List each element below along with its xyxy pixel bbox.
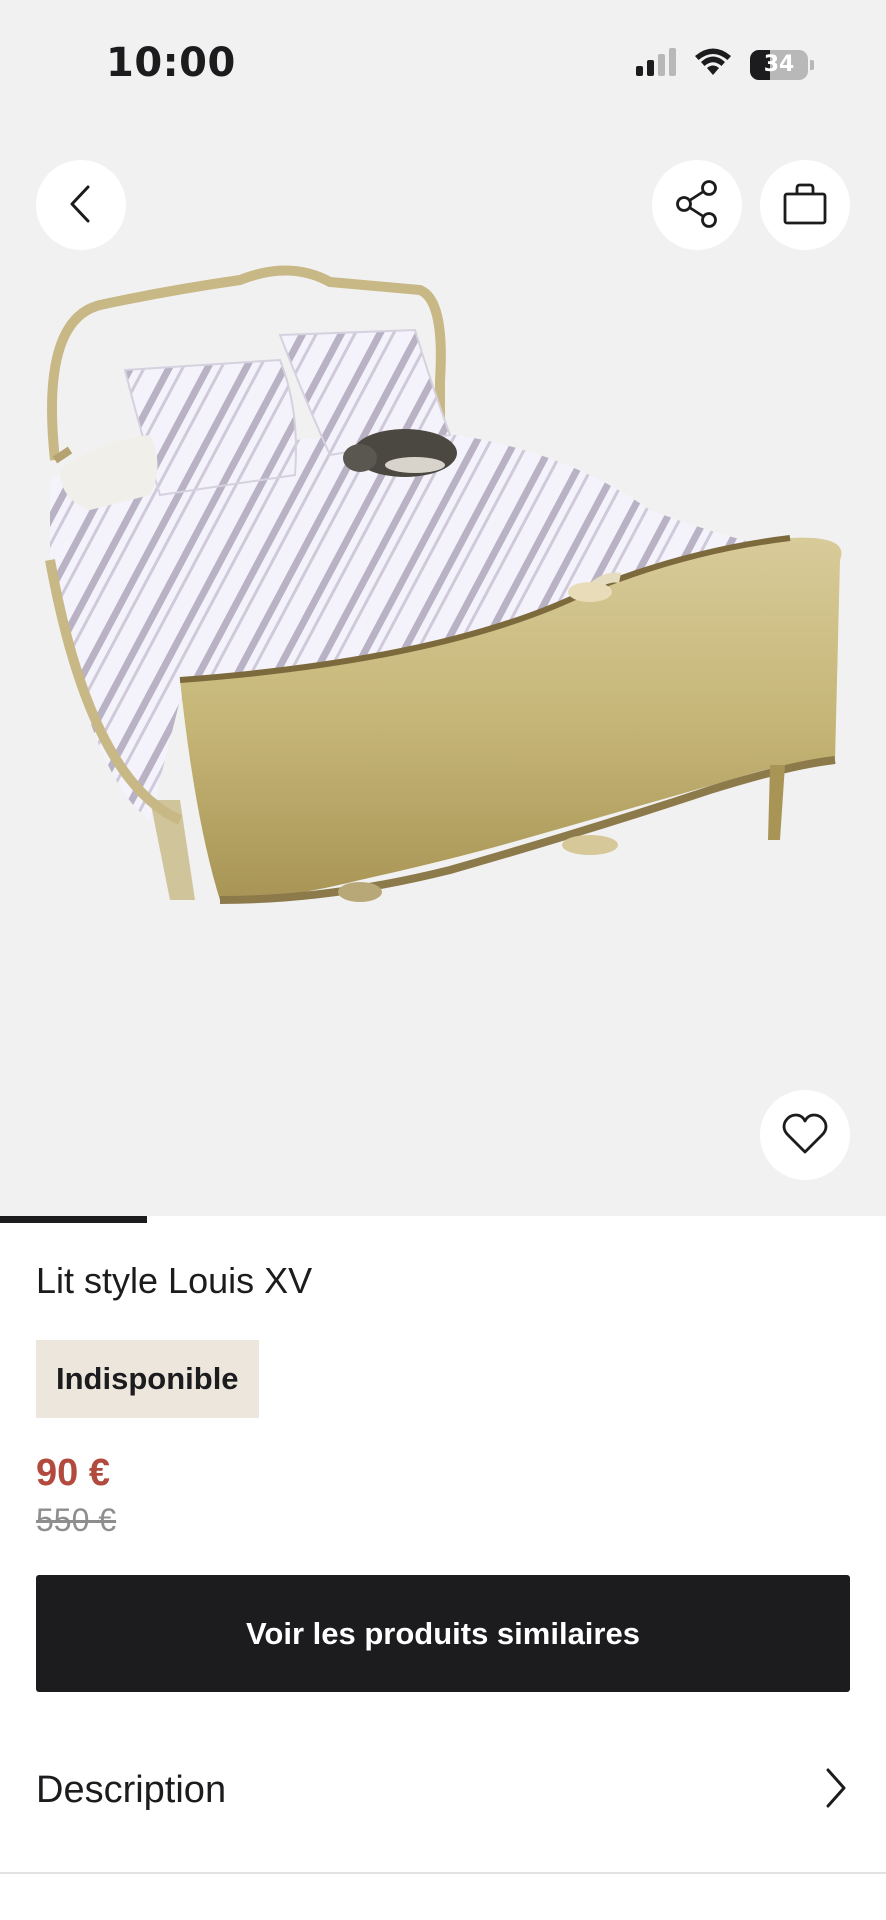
signal-icon (636, 48, 676, 81)
availability-badge: Indisponible (36, 1340, 259, 1418)
wifi-icon (694, 48, 732, 81)
heart-icon (782, 1113, 828, 1158)
product-image[interactable] (30, 260, 860, 950)
chevron-right-icon (820, 1766, 850, 1815)
section-divider (0, 1872, 886, 1874)
battery-level: 34 (763, 52, 795, 77)
description-row[interactable]: Description (36, 1740, 850, 1840)
share-icon (675, 179, 719, 231)
status-bar: 10:00 34 (0, 0, 886, 130)
gallery-progress (0, 1216, 886, 1223)
back-button[interactable] (36, 160, 126, 250)
product-gallery[interactable]: 10:00 34 (0, 0, 886, 1216)
shopping-bag-icon (782, 182, 828, 229)
chevron-left-icon (66, 184, 96, 227)
shopping-bag-button[interactable] (760, 160, 850, 250)
current-price: 90 € (36, 1452, 110, 1494)
battery-icon: 34 (750, 49, 814, 80)
similar-products-button[interactable]: Voir les produits similaires (36, 1575, 850, 1692)
status-time: 10:00 (106, 40, 236, 86)
favorite-button[interactable] (760, 1090, 850, 1180)
product-title: Lit style Louis XV (36, 1260, 313, 1301)
original-price: 550 € (36, 1502, 117, 1538)
status-icons: 34 (636, 48, 814, 81)
gallery-progress-fill (0, 1216, 148, 1223)
description-label: Description (36, 1768, 227, 1811)
share-button[interactable] (652, 160, 742, 250)
